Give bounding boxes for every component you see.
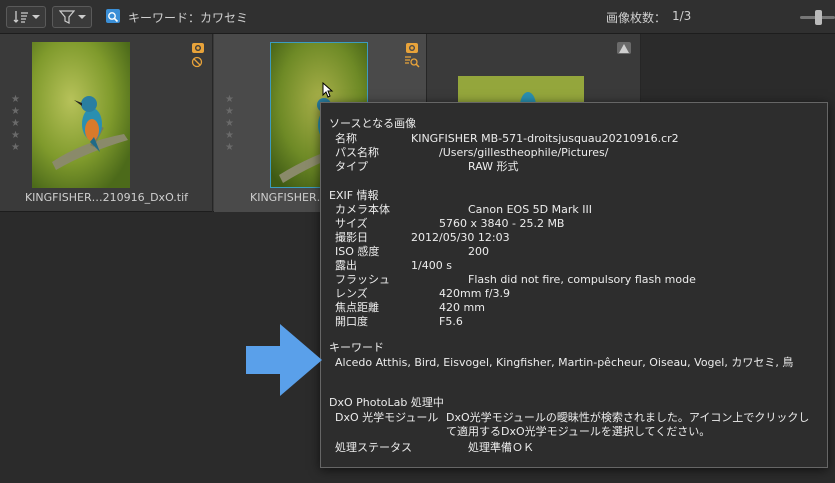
rating-stars[interactable]: ★ ★ ★ ★ ★ (225, 94, 234, 153)
star-icon[interactable]: ★ (225, 142, 234, 153)
processing-section-title: DxO PhotoLab 処理中 (329, 396, 444, 409)
exif-size-key: サイズ (335, 217, 368, 230)
keyword-filter-label: キーワード：カワセミ (128, 11, 249, 25)
optics-module-value: DxO光学モジュールの曖昧性が検索されました。アイコン上でクリックして適用するD… (446, 411, 810, 438)
image-info-popup: ソースとなる画像 名称 KINGFISHER MB-571-droitsjusq… (320, 102, 828, 468)
star-icon[interactable]: ★ (11, 94, 20, 105)
exif-exposure-value: 1/400 s (411, 259, 452, 272)
status-value: 処理準備ＯＫ (468, 441, 534, 454)
sort-button[interactable] (6, 6, 46, 28)
thumbnail-label: KINGFISHER…210916_DxO.tif (24, 191, 189, 204)
chevron-down-icon (31, 15, 40, 19)
source-section-title: ソースとなる画像 (329, 117, 417, 130)
exif-flash-value: Flash did not fire, compulsory flash mod… (468, 273, 696, 286)
toolbar: キーワード：カワセミ 画像枚数： 1/3 (0, 0, 835, 34)
source-name-key: 名称 (335, 132, 357, 145)
annotation-arrow-icon (246, 324, 322, 396)
exif-iso-value: 200 (468, 245, 489, 258)
exif-size-value: 5760 x 3840 - 25.2 MB (439, 217, 565, 230)
sort-icon (13, 11, 28, 23)
exif-focal-value: 420 mm (439, 301, 485, 314)
exif-lens-value: 420mm f/3.9 (439, 287, 510, 300)
source-path-value: /Users/gillestheophile/Pictures/ (439, 146, 609, 159)
source-type-key: タイプ (335, 160, 368, 173)
star-icon[interactable]: ★ (225, 130, 234, 141)
exif-iso-key: ISO 感度 (335, 245, 380, 258)
star-icon[interactable]: ★ (225, 94, 234, 105)
thumbnail-image[interactable] (32, 42, 130, 188)
mouse-cursor-icon (322, 82, 334, 98)
rating-stars[interactable]: ★ ★ ★ ★ ★ (11, 94, 20, 153)
star-icon[interactable]: ★ (11, 142, 20, 153)
module-search-icon[interactable] (404, 54, 420, 70)
keywords-value: Alcedo Atthis, Bird, Eisvogel, Kingfishe… (335, 356, 794, 369)
warning-icon (617, 42, 631, 54)
thumbnail-cell[interactable]: ★ ★ ★ ★ ★ KINGFISHER…210916_DxO.tif (0, 34, 213, 212)
exif-aperture-value: F5.6 (439, 315, 463, 328)
no-module-icon (191, 56, 203, 68)
exif-flash-key: フラッシュ (335, 273, 390, 286)
optics-module-key: DxO 光学モジュール (335, 411, 439, 424)
exif-date-key: 撮影日 (335, 231, 368, 244)
exif-camera-key: カメラ本体 (335, 203, 390, 216)
star-icon[interactable]: ★ (11, 118, 20, 129)
keyword-search-icon (106, 9, 120, 23)
star-icon[interactable]: ★ (11, 106, 20, 117)
exif-exposure-key: 露出 (335, 259, 357, 272)
filter-button[interactable] (52, 6, 92, 28)
slider-handle[interactable] (815, 10, 822, 25)
source-name-value: KINGFISHER MB-571-droitsjusquau20210916.… (411, 132, 679, 145)
star-icon[interactable]: ★ (225, 106, 234, 117)
status-key: 処理ステータス (335, 441, 412, 454)
exif-camera-value: Canon EOS 5D Mark III (468, 203, 592, 216)
exif-date-value: 2012/05/30 12:03 (411, 231, 510, 244)
keywords-section-title: キーワード (329, 341, 384, 354)
chevron-down-icon (77, 15, 86, 19)
exif-lens-key: レンズ (335, 287, 368, 300)
source-path-key: パス名称 (335, 146, 379, 159)
star-icon[interactable]: ★ (11, 130, 20, 141)
star-icon[interactable]: ★ (225, 118, 234, 129)
image-count-value: 1/3 (672, 9, 692, 23)
filter-icon (58, 10, 75, 24)
exif-section-title: EXIF 情報 (329, 189, 379, 202)
exif-aperture-key: 開口度 (335, 315, 368, 328)
source-type-value: RAW 形式 (468, 160, 519, 173)
exif-focal-key: 焦点距離 (335, 301, 379, 314)
image-count-label: 画像枚数： (606, 11, 667, 25)
correction-badge-icon (192, 43, 204, 53)
